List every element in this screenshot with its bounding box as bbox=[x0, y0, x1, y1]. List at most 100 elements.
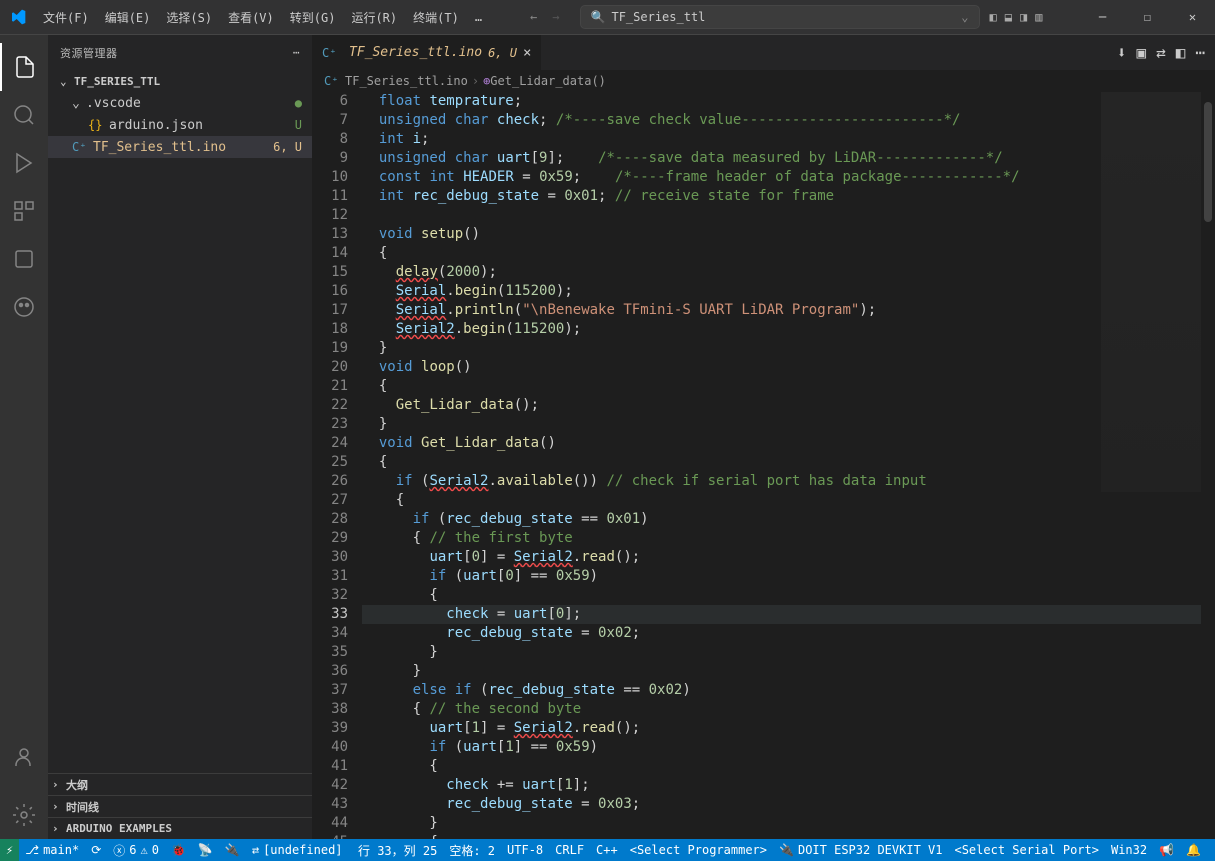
git-status-badge: 6, U bbox=[273, 140, 302, 154]
more-actions-icon[interactable]: ⋯ bbox=[1195, 43, 1205, 62]
line-gutter: 6789101112131415161718192021222324252627… bbox=[312, 92, 362, 839]
nav-forward-icon[interactable]: → bbox=[552, 10, 559, 24]
file-label: TF_Series_ttl.ino bbox=[93, 140, 226, 155]
window-controls: ─ ☐ ✕ bbox=[1080, 0, 1215, 35]
cursor-position[interactable]: 行 33，列 25 bbox=[352, 839, 443, 861]
sidebar-title: 资源管理器 bbox=[60, 45, 118, 61]
port[interactable]: 🔌 bbox=[219, 839, 246, 861]
scrollbar-thumb[interactable] bbox=[1204, 102, 1212, 222]
outline-section[interactable]: ›大纲 bbox=[48, 773, 312, 795]
sidebar-header: 资源管理器 ⋯ bbox=[48, 35, 312, 70]
status-bar: ⚡ ⎇main* ⟳ ⓧ6 ⚠0 🐞 📡 🔌 ⇄ [undefined] 行 33… bbox=[0, 839, 1215, 861]
file-arduino-json[interactable]: {}arduino.jsonU bbox=[48, 114, 312, 136]
problems[interactable]: ⓧ6 ⚠0 bbox=[107, 839, 165, 861]
extensions-icon[interactable] bbox=[0, 187, 48, 235]
cpp-icon: C⁺ bbox=[72, 140, 88, 154]
arrows-icon: ⇄ bbox=[252, 843, 259, 857]
account-icon[interactable] bbox=[0, 733, 48, 781]
command-center-search[interactable]: 🔍 TF_Series_ttl ⌄ bbox=[580, 5, 980, 29]
function-icon: ⊕ bbox=[483, 74, 490, 88]
win32[interactable]: Win32 bbox=[1105, 839, 1153, 861]
menu-selection[interactable]: 选择(S) bbox=[158, 0, 220, 35]
nav-back-icon[interactable]: ← bbox=[530, 10, 537, 24]
file-tf-series-ino[interactable]: C⁺ TF_Series_ttl.ino 6, U bbox=[48, 136, 312, 158]
menu-run[interactable]: 运行(R) bbox=[343, 0, 405, 35]
editor-tabs: C⁺ TF_Series_ttl.ino 6, U × ⬇ ▣ ⇄ ◧ ⋯ bbox=[312, 35, 1215, 70]
plug-icon: 🔌 bbox=[779, 843, 794, 857]
menu-edit[interactable]: 编辑(E) bbox=[97, 0, 159, 35]
board[interactable]: 🔌DOIT ESP32 DEVKIT V1 bbox=[773, 839, 948, 861]
split-icon[interactable]: ◧ bbox=[1176, 43, 1186, 62]
breadcrumb-file: TF_Series_ttl.ino bbox=[345, 74, 468, 88]
root-label: TF_SERIES_TTL bbox=[74, 75, 160, 88]
verify-icon[interactable]: ⬇ bbox=[1117, 43, 1127, 62]
timeline-section[interactable]: ›时间线 bbox=[48, 795, 312, 817]
section-label: 大纲 bbox=[66, 777, 88, 793]
select-serial[interactable]: <Select Serial Port> bbox=[948, 839, 1105, 861]
language-mode[interactable]: C++ bbox=[590, 839, 624, 861]
minimize-button[interactable]: ─ bbox=[1080, 0, 1125, 35]
workspace-root[interactable]: ⌄TF_SERIES_TTL bbox=[48, 70, 312, 92]
editor-area: C⁺ TF_Series_ttl.ino 6, U × ⬇ ▣ ⇄ ◧ ⋯ C⁺… bbox=[312, 35, 1215, 839]
toggle-panel-right-icon[interactable]: ◨ bbox=[1020, 10, 1027, 24]
settings-gear-icon[interactable] bbox=[0, 791, 48, 839]
git-sync[interactable]: ⟳ bbox=[85, 839, 107, 861]
encoding[interactable]: UTF-8 bbox=[501, 839, 549, 861]
main-area: 资源管理器 ⋯ ⌄TF_SERIES_TTL ⌄.vscode● {}ardui… bbox=[0, 35, 1215, 839]
tab-label: TF_Series_ttl.ino bbox=[349, 45, 482, 60]
code-content[interactable]: float temprature; unsigned char check; /… bbox=[362, 92, 1215, 839]
cpp-icon: C⁺ bbox=[324, 74, 340, 88]
close-tab-icon[interactable]: × bbox=[523, 45, 531, 61]
toggle-panel-left-icon[interactable]: ◧ bbox=[990, 10, 997, 24]
select-programmer[interactable]: <Select Programmer> bbox=[624, 839, 773, 861]
customize-layout-icon[interactable]: ▥ bbox=[1035, 10, 1042, 24]
menu-view[interactable]: 查看(V) bbox=[220, 0, 282, 35]
sidebar-more-icon[interactable]: ⋯ bbox=[293, 46, 300, 59]
compare-icon[interactable]: ⇄ bbox=[1156, 43, 1166, 62]
code-editor[interactable]: 6789101112131415161718192021222324252627… bbox=[312, 92, 1215, 839]
close-button[interactable]: ✕ bbox=[1170, 0, 1215, 35]
menu-more[interactable]: … bbox=[467, 0, 490, 35]
eol[interactable]: CRLF bbox=[549, 839, 590, 861]
branch-icon: ⎇ bbox=[25, 843, 39, 857]
upload-icon[interactable]: ▣ bbox=[1136, 43, 1146, 62]
debug-status[interactable]: 🐞 bbox=[165, 839, 192, 861]
minimap[interactable] bbox=[1101, 92, 1201, 492]
chevron-right-icon: › bbox=[472, 74, 479, 88]
library-icon[interactable] bbox=[0, 235, 48, 283]
git-status-badge: U bbox=[295, 118, 302, 132]
folder-vscode[interactable]: ⌄.vscode● bbox=[48, 92, 312, 114]
explorer-icon[interactable] bbox=[0, 43, 48, 91]
bell-icon[interactable]: 🔔 bbox=[1180, 839, 1207, 861]
search-activity-icon[interactable] bbox=[0, 91, 48, 139]
live-share[interactable]: 📡 bbox=[192, 839, 219, 861]
error-icon: ⓧ bbox=[113, 842, 125, 859]
menu-terminal[interactable]: 终端(T) bbox=[405, 0, 467, 35]
feedback-icon[interactable]: 📢 bbox=[1153, 839, 1180, 861]
sync-icon: ⟳ bbox=[91, 843, 101, 857]
warning-icon: ⚠ bbox=[141, 843, 148, 857]
breadcrumbs[interactable]: C⁺ TF_Series_ttl.ino › ⊕ Get_Lidar_data(… bbox=[312, 70, 1215, 92]
indentation[interactable]: 空格: 2 bbox=[443, 839, 501, 861]
breadcrumb-symbol: Get_Lidar_data() bbox=[490, 74, 606, 88]
menu-file[interactable]: 文件(F) bbox=[35, 0, 97, 35]
tab-tf-series[interactable]: C⁺ TF_Series_ttl.ino 6, U × bbox=[312, 35, 542, 70]
chevron-right-icon: › bbox=[52, 778, 66, 791]
plug-icon: 🔌 bbox=[225, 843, 240, 857]
toggle-panel-bottom-icon[interactable]: ⬓ bbox=[1005, 10, 1012, 24]
search-text: TF_Series_ttl bbox=[611, 10, 705, 24]
remote-icon: ⚡ bbox=[6, 843, 13, 857]
remote-indicator[interactable]: ⚡ bbox=[0, 839, 19, 861]
menu-go[interactable]: 转到(G) bbox=[282, 0, 344, 35]
maximize-button[interactable]: ☐ bbox=[1125, 0, 1170, 35]
debug-icon: 🐞 bbox=[171, 843, 186, 857]
git-branch[interactable]: ⎇main* bbox=[19, 839, 85, 861]
arrows[interactable]: ⇄ [undefined] bbox=[246, 839, 349, 861]
arduino-icon[interactable] bbox=[0, 283, 48, 331]
undefined-label: [undefined] bbox=[263, 843, 342, 857]
chevron-down-icon: ⌄ bbox=[72, 96, 86, 111]
search-icon: 🔍 bbox=[591, 10, 606, 24]
editor-scrollbar[interactable] bbox=[1201, 92, 1215, 839]
arduino-examples-section[interactable]: ›ARDUINO EXAMPLES bbox=[48, 817, 312, 839]
run-debug-icon[interactable] bbox=[0, 139, 48, 187]
